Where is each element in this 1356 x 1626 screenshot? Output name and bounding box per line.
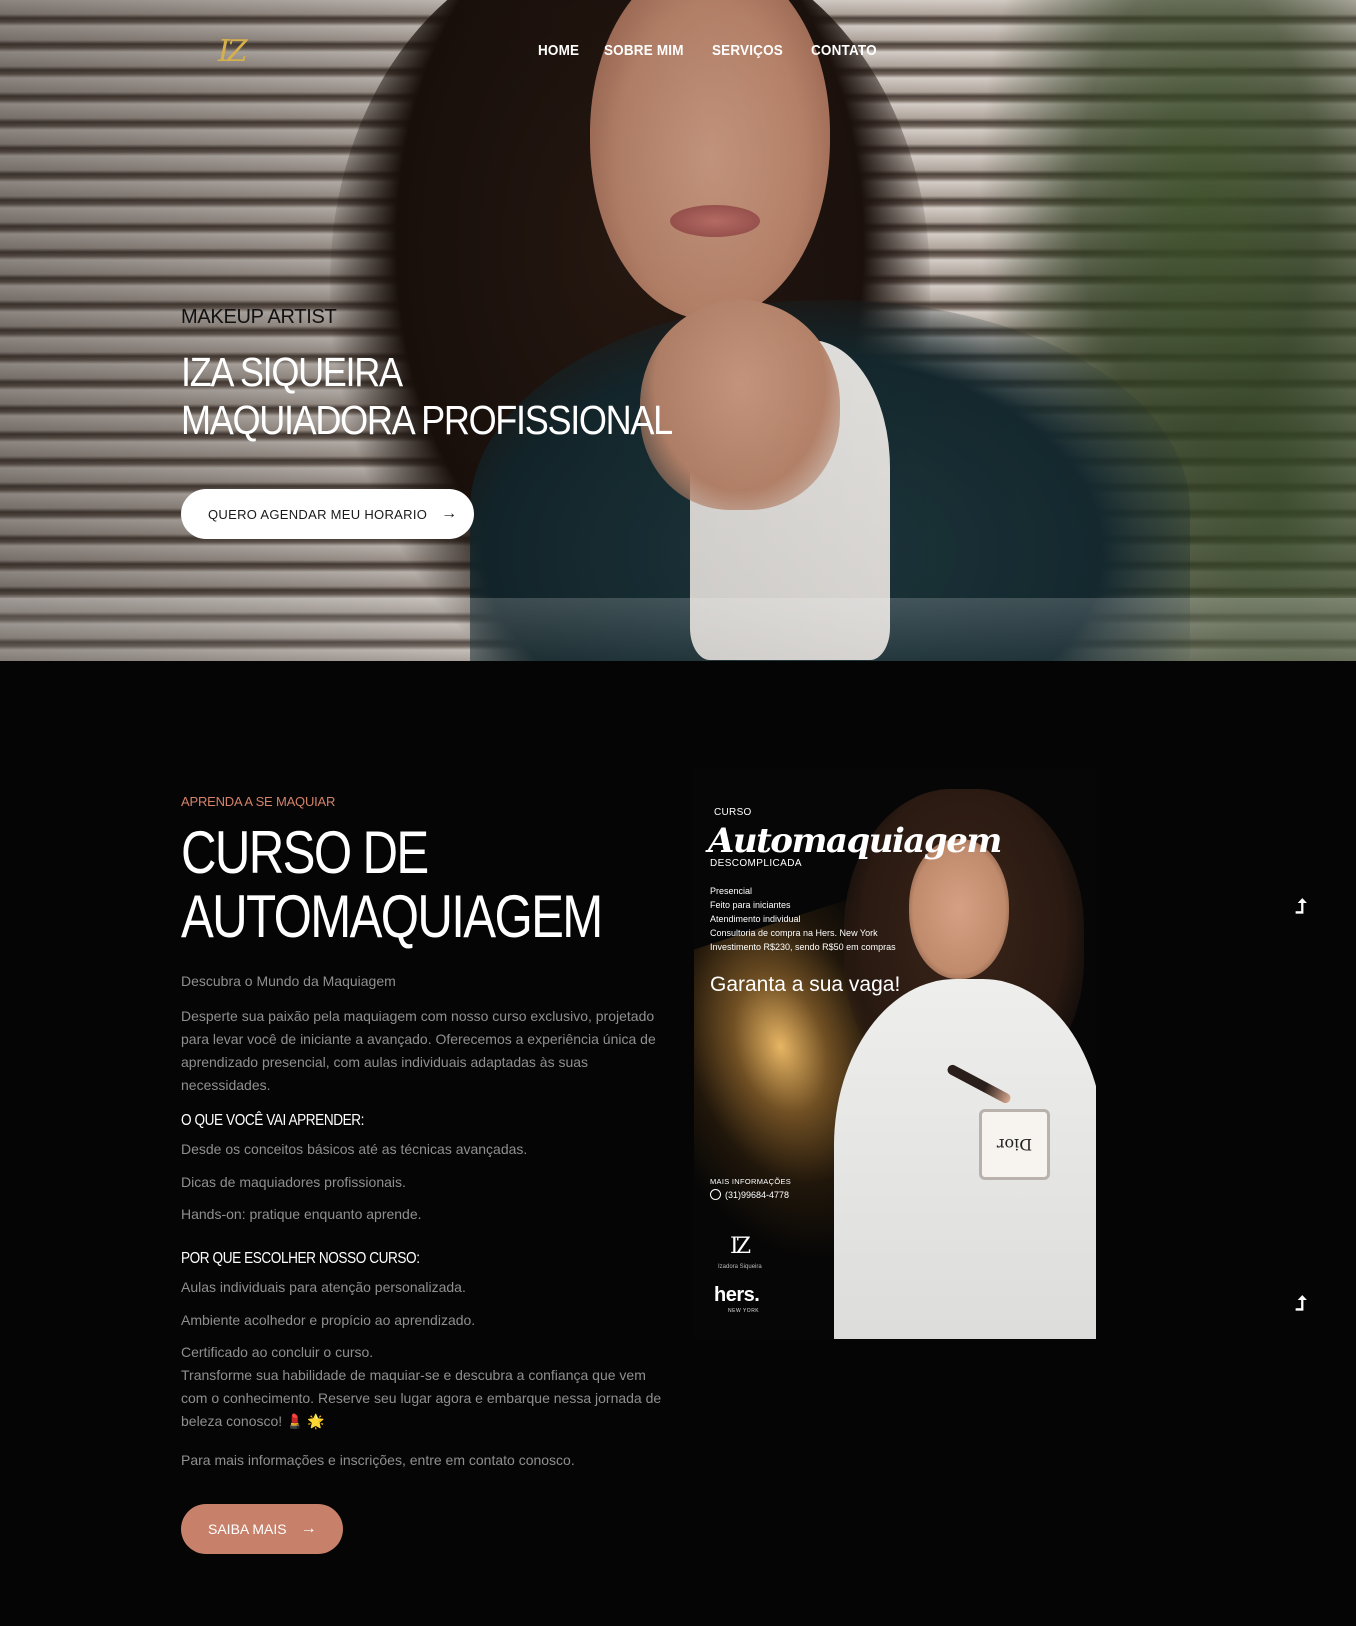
main-nav: HOME SOBRE MIM SERVIÇOS CONTATO [538, 42, 884, 59]
course-title: CURSO DE AUTOMAQUIAGEM [181, 821, 640, 949]
poster-phone: (31)99684-4778 [710, 1189, 789, 1200]
learn-item: Dicas de maquiadores profissionais. [181, 1174, 406, 1190]
nav-sobre-mim[interactable]: SOBRE MIM [604, 42, 684, 59]
poster-cta: Garanta a sua vaga! [710, 973, 901, 996]
whatsapp-icon [710, 1189, 721, 1200]
poster-curso: CURSO [714, 807, 752, 818]
scroll-up-icon[interactable]: ⮥ [1291, 1292, 1311, 1316]
course-description: Desperte sua paixão pela maquiagem com n… [181, 1008, 656, 1093]
poster-feature: Presencial [710, 886, 753, 896]
poster-phone-number: (31)99684-4778 [725, 1189, 790, 1200]
poster-info-label: MAIS INFORMAÇÕES [710, 1177, 792, 1186]
poster-feature: Atendimento individual [710, 914, 801, 924]
course-poster-image: Dior CURSO Automaquiagem DESCOMPLICADA P… [694, 769, 1096, 1339]
saiba-mais-label: SAIBA MAIS [208, 1521, 287, 1537]
poster-hers-sub: NEW YORK [728, 1308, 760, 1314]
poster-subtitle: DESCOMPLICADA [710, 858, 802, 869]
poster-logo-sub: Izadora Siqueira [718, 1264, 762, 1270]
hero-background-photo [0, 0, 1356, 661]
why-item: Ambiente acolhedor e propício ao aprendi… [181, 1312, 476, 1328]
poster-logo: IZ [730, 1234, 751, 1259]
poster-hers-logo: hers. [714, 1284, 760, 1306]
course-closing: Transforme sua habilidade de maquiar-se … [181, 1367, 662, 1429]
poster-feature: Consultoria de compra na Hers. New York [710, 928, 878, 938]
poster-feature: Investimento R$230, sendo R$50 em compra… [710, 942, 896, 952]
hero-eyebrow: MAKEUP ARTIST [181, 306, 337, 328]
course-intro: Descubra o Mundo da Maquiagem [181, 973, 396, 989]
learn-item: Desde os conceitos básicos até as técnic… [181, 1141, 528, 1157]
course-eyebrow: APRENDA A SE MAQUIAR [181, 794, 336, 809]
learn-item: Hands-on: pratique enquanto aprende. [181, 1206, 422, 1222]
book-appointment-button[interactable]: QUERO AGENDAR MEU HORARIO → [181, 489, 474, 539]
course-title-line2: AUTOMAQUIAGEM [181, 883, 603, 950]
saiba-mais-button[interactable]: SAIBA MAIS → [181, 1504, 343, 1554]
nav-contato[interactable]: CONTATO [811, 42, 877, 59]
why-item: Aulas individuais para atenção personali… [181, 1279, 466, 1295]
arrow-right-icon: → [441, 505, 458, 522]
course-title-line1: CURSO DE [181, 819, 429, 886]
compact-mirror: Dior [979, 1109, 1050, 1180]
hero-section: IZ HOME SOBRE MIM SERVIÇOS CONTATO MAKEU… [0, 0, 1356, 661]
book-appointment-label: QUERO AGENDAR MEU HORARIO [208, 506, 428, 522]
learn-heading: O QUE VOCÊ VAI APRENDER: [181, 1112, 365, 1129]
hero-title: IZA SIQUEIRA MAQUIADORA PROFISSIONAL [181, 348, 673, 444]
why-item: Certificado ao concluir o curso. [181, 1344, 374, 1360]
hero-title-line2: MAQUIADORA PROFISSIONAL [181, 397, 673, 443]
poster-feature: Feito para iniciantes [710, 900, 791, 910]
why-heading: POR QUE ESCOLHER NOSSO CURSO: [181, 1250, 420, 1267]
course-section: APRENDA A SE MAQUIAR CURSO DE AUTOMAQUIA… [0, 661, 1356, 1626]
scroll-up-icon[interactable]: ⮥ [1291, 895, 1311, 919]
poster-script-title: Automaquiagem [708, 821, 1002, 861]
hero-title-line1: IZA SIQUEIRA [181, 349, 403, 395]
arrow-right-icon: → [300, 1520, 317, 1537]
poster-feature-list: Presencial Feito para iniciantes Atendim… [710, 884, 896, 954]
nav-home[interactable]: HOME [538, 42, 579, 59]
site-logo[interactable]: IZ [218, 34, 248, 69]
nav-servicos[interactable]: SERVIÇOS [712, 42, 783, 59]
contact-note: Para mais informações e inscrições, entr… [181, 1452, 575, 1468]
